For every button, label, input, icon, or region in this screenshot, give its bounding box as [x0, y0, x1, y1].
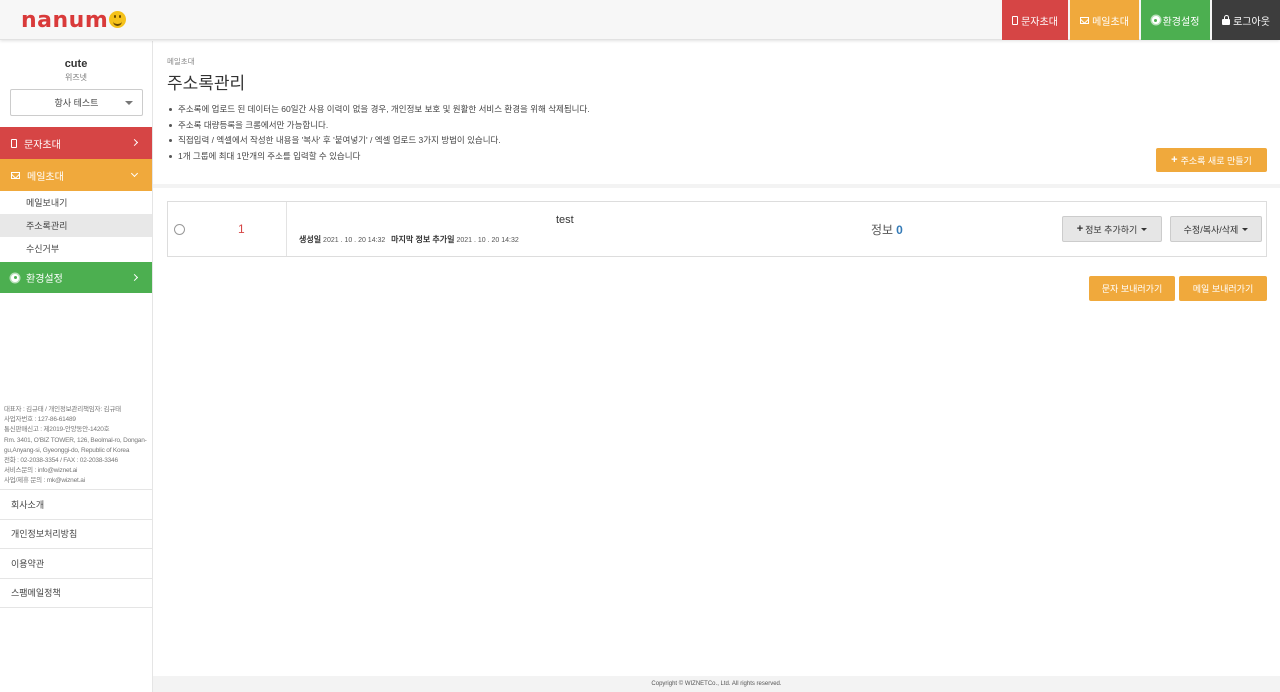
plus-icon: + — [1076, 223, 1084, 235]
new-address-book-label: 주소록 새로 만들기 — [1180, 155, 1252, 166]
top-settings-label: 환경설정 — [1162, 16, 1200, 28]
user-name: cute — [64, 58, 88, 70]
company-info-line: 전화 : 02-2038-3354 / FAX : 02-2038-3346 — [4, 457, 118, 465]
notice-item: 직접입력 / 엑셀에서 작성한 내용을 '복사' 후 '붙여넣기' / 엑셀 업… — [169, 133, 590, 149]
edit-copy-delete-dropdown-button[interactable]: 수정/복사/삭제 — [1170, 216, 1262, 242]
go-send-sms-button[interactable]: 문자 보내러가기 — [1089, 276, 1175, 301]
sidebar-subitem-send-mail[interactable]: 메일보내기 — [0, 191, 152, 214]
notice-list: 주소록에 업로드 된 데이터는 60일간 사용 이력이 없을 경우, 개인정보 … — [169, 102, 590, 164]
add-info-label: 정보 추가하기 — [1085, 224, 1138, 235]
top-mail-invite-button[interactable]: 메일초대 — [1070, 0, 1139, 40]
top-sms-invite-button[interactable]: 문자초대 — [1002, 0, 1068, 40]
edit-copy-delete-label: 수정/복사/삭제 — [1183, 224, 1239, 235]
breadcrumb: 메일초대 — [167, 57, 195, 66]
logout-label: 로그아웃 — [1233, 16, 1270, 28]
sidebar-item-label: 메일초대 — [27, 171, 64, 183]
envelope-icon — [1080, 16, 1090, 24]
footer-link-privacy[interactable]: 개인정보처리방침 — [0, 519, 153, 549]
sidebar-subitem-unsubscribe[interactable]: 수신거부 — [0, 237, 152, 260]
group-select-value: 항사 테스트 — [54, 98, 99, 108]
main-content: 메일초대 주소록관리 주소록에 업로드 된 데이터는 60일간 사용 이력이 없… — [153, 41, 1280, 692]
sidebar-item-label: 문자초대 — [24, 139, 61, 151]
logout-button[interactable]: 로그아웃 — [1212, 0, 1280, 40]
footer-link-spam-policy[interactable]: 스팸메일정책 — [0, 578, 153, 608]
address-book-name: test — [556, 214, 574, 226]
row-dates: 생성일 2021 . 10 . 20 14:32 마지막 정보 추가일 2021… — [299, 234, 519, 245]
notice-item: 1개 그룹에 최대 1만개의 주소를 입력할 수 있습니다 — [169, 149, 590, 165]
logo-text: nanum — [21, 8, 109, 33]
mobile-icon — [1012, 15, 1019, 25]
top-sms-invite-label: 문자초대 — [1021, 16, 1058, 28]
gear-icon — [11, 273, 19, 282]
envelope-icon — [11, 171, 20, 179]
company-info-line: Rm. 3401, O'BIZ TOWER, 126, Beolmal-ro, … — [4, 436, 147, 454]
created-label: 생성일 — [299, 235, 322, 244]
company-info-line: 통신판매신고 : 제2019-안양동안-1420호 — [4, 426, 110, 434]
last-added-date: 2021 . 10 . 20 14:32 — [456, 237, 519, 244]
nanume-logo[interactable]: nanum — [21, 8, 127, 33]
go-send-mail-button[interactable]: 메일 보내러가기 — [1179, 276, 1267, 301]
smiley-icon — [109, 11, 127, 28]
company-info-line: 사업/제휴 문의 : mk@wiznet.ai — [4, 477, 85, 485]
caret-down-icon — [1141, 227, 1148, 231]
info-label: 정보 — [871, 223, 894, 237]
footer-link-about[interactable]: 회사소개 — [0, 490, 153, 520]
row-number: 1 — [238, 222, 245, 236]
new-address-book-button[interactable]: + 주소록 새로 만들기 — [1156, 148, 1267, 172]
sidebar: cute 위즈넷 항사 테스트 문자초대 메일초대 메일보내기 주소록관리 수신… — [0, 41, 153, 692]
footer-link-terms[interactable]: 이용약관 — [0, 549, 153, 579]
notice-item: 주소록 대량등록을 크롬에서만 가능합니다. — [169, 118, 590, 134]
company-info: 대표자 : 김규태 / 개인정보관리책임자: 김규태 사업자번호 : 127-8… — [4, 405, 150, 487]
created-date: 2021 . 10 . 20 14:32 — [323, 237, 386, 244]
caret-down-icon — [125, 101, 133, 105]
company-info-line: 대표자 : 김규태 / 개인정보관리책임자: 김규태 — [4, 406, 121, 413]
lock-icon — [1222, 14, 1231, 25]
plus-icon: + — [1171, 154, 1178, 166]
sidebar-item-settings[interactable]: 환경설정 — [0, 262, 152, 293]
top-nav: 문자초대 메일초대 환경설정 로그아웃 — [1000, 0, 1280, 40]
info-count-value: 0 — [896, 223, 903, 237]
address-book-row: 1 test 생성일 2021 . 10 . 20 14:32 마지막 정보 추… — [167, 201, 1267, 257]
user-org: 위즈넷 — [64, 73, 88, 82]
last-added-label: 마지막 정보 추가일 — [391, 235, 455, 244]
info-count: 정보 0 — [871, 221, 903, 238]
sidebar-item-mail-invite[interactable]: 메일초대 — [0, 159, 152, 191]
row-select-radio[interactable] — [174, 224, 185, 235]
mobile-icon — [11, 138, 17, 148]
group-select[interactable]: 항사 테스트 — [10, 89, 143, 116]
row-divider — [286, 202, 287, 256]
section-divider — [153, 184, 1280, 188]
chevron-down-icon — [130, 169, 139, 178]
top-bar: nanum 문자초대 메일초대 환경설정 로그아웃 — [0, 0, 1280, 40]
chevron-right-icon — [130, 273, 139, 282]
sidebar-subitem-address-book[interactable]: 주소록관리 — [0, 214, 152, 237]
footer-links: 회사소개 개인정보처리방침 이용약관 스팸메일정책 — [0, 489, 153, 608]
top-mail-invite-label: 메일초대 — [1092, 16, 1129, 28]
notice-item: 주소록에 업로드 된 데이터는 60일간 사용 이력이 없을 경우, 개인정보 … — [169, 102, 590, 118]
company-info-line: 사업자번호 : 127-86-61489 — [4, 416, 76, 424]
top-settings-button[interactable]: 환경설정 — [1141, 0, 1210, 40]
sidebar-item-label: 환경설정 — [26, 274, 63, 285]
caret-down-icon — [1242, 227, 1249, 231]
gear-icon — [1151, 16, 1160, 24]
company-info-line: 서비스문의 : info@wiznet.ai — [4, 467, 78, 475]
copyright: Copyright © WIZNETCo., Ltd. All rights r… — [153, 676, 1280, 692]
add-info-dropdown-button[interactable]: + 정보 추가하기 — [1062, 216, 1162, 242]
chevron-right-icon — [130, 138, 139, 147]
sidebar-item-sms-invite[interactable]: 문자초대 — [0, 127, 152, 159]
page-title: 주소록관리 — [167, 74, 246, 93]
